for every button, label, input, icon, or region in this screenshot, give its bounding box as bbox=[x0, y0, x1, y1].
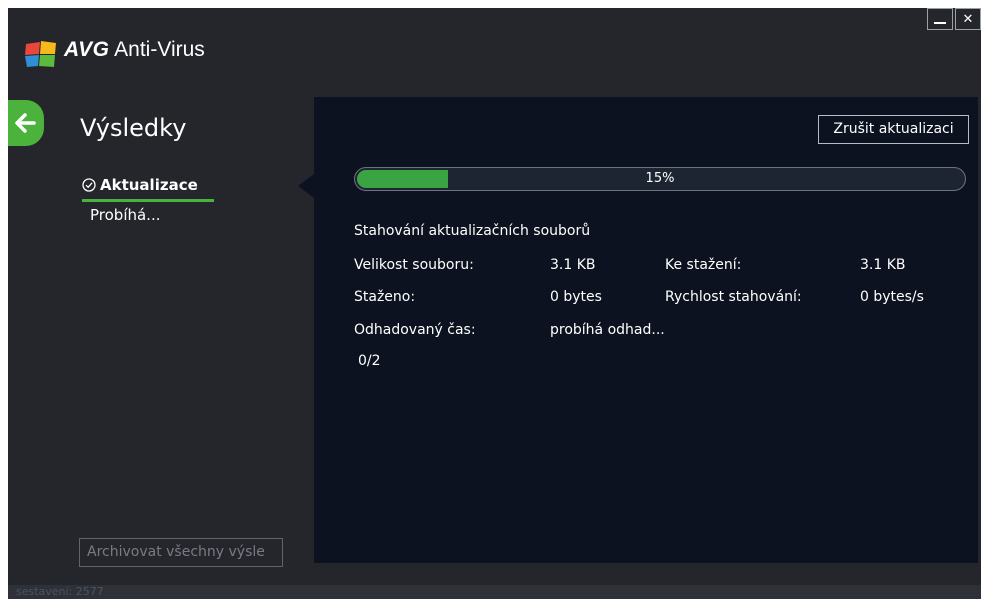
back-button[interactable] bbox=[8, 100, 44, 146]
app-brand: AVG bbox=[64, 38, 110, 61]
to-download-label: Ke stažení: bbox=[665, 257, 742, 273]
downloaded-value: 0 bytes bbox=[550, 289, 602, 305]
close-button[interactable]: ✕ bbox=[955, 8, 981, 30]
estimated-time-label: Odhadovaný čas: bbox=[354, 322, 476, 338]
close-icon: ✕ bbox=[962, 11, 974, 26]
selected-item-underline bbox=[82, 199, 214, 202]
downloaded-label: Staženo: bbox=[354, 289, 416, 305]
arrow-left-icon bbox=[15, 113, 36, 133]
progress-percent: 15% bbox=[645, 171, 675, 186]
estimated-time-value: probíhá odhad... bbox=[550, 322, 665, 338]
cancel-update-button[interactable]: Zrušit aktualizaci bbox=[818, 115, 969, 144]
progress-description: Stahování aktualizačních souborů bbox=[354, 223, 591, 239]
app-title: AVG Anti-Virus bbox=[64, 38, 205, 62]
download-speed-label: Rychlost stahování: bbox=[665, 289, 802, 305]
update-progress-bar: 15% bbox=[354, 167, 966, 191]
results-panel: Zrušit aktualizaci 15% Stahování aktuali… bbox=[314, 97, 978, 563]
check-circle-icon bbox=[82, 178, 96, 192]
window-controls: ✕ bbox=[925, 8, 981, 30]
minimize-button[interactable] bbox=[927, 8, 953, 30]
file-size-value: 3.1 KB bbox=[550, 257, 596, 273]
to-download-value: 3.1 KB bbox=[860, 257, 906, 273]
avg-logo-icon bbox=[25, 41, 56, 67]
app-product-name: Anti-Virus bbox=[114, 38, 205, 61]
file-size-label: Velikost souboru: bbox=[354, 257, 474, 273]
status-bar: sestavení: 2577 bbox=[8, 585, 981, 599]
app-window: AVG Anti-Virus ✕ Výsledky Aktualizace Pr… bbox=[8, 8, 981, 599]
title-bar: AVG Anti-Virus ✕ bbox=[8, 8, 981, 96]
build-number: sestavení: 2577 bbox=[16, 585, 104, 598]
download-speed-value: 0 bytes/s bbox=[860, 289, 924, 305]
archive-all-button[interactable]: Archivovat všechny výsle bbox=[79, 538, 283, 567]
selection-pointer bbox=[298, 174, 314, 198]
sidebar-item-label: Aktualizace bbox=[100, 176, 198, 194]
sidebar-title: Výsledky bbox=[80, 114, 187, 142]
sidebar-item-status: Probíhá... bbox=[90, 206, 161, 224]
file-counter: 0/2 bbox=[358, 353, 381, 369]
